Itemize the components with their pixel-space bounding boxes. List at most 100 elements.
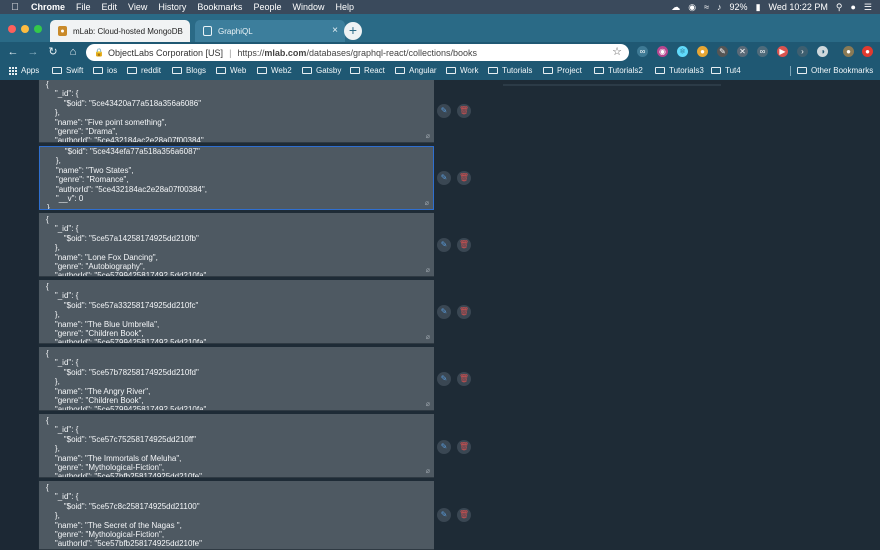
document-editor[interactable]: { "_id": { "$oid": "5ce57b78258174925dd2… (39, 347, 434, 411)
edit-document-icon[interactable]: ✎ (437, 104, 451, 118)
document-editor[interactable]: { "_id": { "$oid": "5ce57c8c258174925dd2… (39, 481, 434, 550)
spotlight-search-icon[interactable]: ⚲ (836, 2, 843, 13)
bookmark-folder[interactable]: Work (446, 66, 479, 75)
bookmark-folder[interactable]: Web (216, 66, 246, 75)
cc-icon[interactable]: ◉ (688, 2, 696, 13)
bookmark-folder[interactable]: Gatsby (302, 66, 341, 75)
menu-view[interactable]: View (128, 2, 147, 12)
document-editor[interactable]: { "_id": { "$oid": "5ce57a14258174925dd2… (39, 213, 434, 277)
menu-history[interactable]: History (158, 2, 186, 12)
document-json[interactable]: "$oid": "5ce434efa77a518a356a6087" }, "n… (40, 147, 433, 209)
minimize-window-button[interactable] (21, 25, 29, 33)
bookmark-folder[interactable]: React (350, 66, 385, 75)
siri-icon[interactable]: ● (850, 2, 855, 12)
react-devtools-icon[interactable]: ⚛ (677, 46, 688, 57)
delete-document-icon[interactable]: 🗑 (457, 508, 471, 522)
bookmark-folder[interactable]: Angular (395, 66, 437, 75)
document-json[interactable]: { "_id": { "$oid": "5ce57b78258174925dd2… (39, 347, 434, 410)
forward-arrow-icon[interactable]: → (26, 45, 40, 59)
profile-avatar[interactable]: ● (843, 46, 854, 57)
menu-window[interactable]: Window (292, 2, 324, 12)
resize-grip-icon[interactable]: ⌀ (426, 266, 430, 274)
menu-bookmarks[interactable]: Bookmarks (197, 2, 242, 12)
cloud-icon[interactable]: ☁ (671, 2, 680, 13)
extension-icon[interactable]: ◉ (657, 46, 668, 57)
edit-document-icon[interactable]: ✎ (437, 372, 451, 386)
resize-grip-icon[interactable]: ⌀ (426, 400, 430, 408)
extension-icon[interactable]: ● (697, 46, 708, 57)
bookmark-folder[interactable]: Web2 (257, 66, 292, 75)
battery-percent[interactable]: 92% (730, 2, 748, 12)
delete-document-icon[interactable]: 🗑 (457, 305, 471, 319)
extension-icon[interactable]: ◑ (817, 46, 828, 57)
zoom-window-button[interactable] (34, 25, 42, 33)
close-tab-icon[interactable]: × (332, 25, 338, 36)
delete-document-icon[interactable]: 🗑 (457, 171, 471, 185)
bookmark-star-icon[interactable]: ☆ (612, 45, 622, 58)
bookmark-folder[interactable]: Tutorials2 (594, 66, 643, 75)
edit-document-icon[interactable]: ✎ (437, 508, 451, 522)
close-window-button[interactable] (8, 25, 16, 33)
document-json[interactable]: { "_id": { "$oid": "5ce57c8c258174925dd2… (39, 481, 434, 549)
reload-icon[interactable]: ↻ (46, 45, 60, 59)
volume-icon[interactable]: ♪ (717, 2, 722, 12)
menu-people[interactable]: People (253, 2, 281, 12)
document-editor[interactable]: { "_id": { "$oid": "5ce43420a77a518a356a… (39, 80, 434, 143)
tab-mlab[interactable]: ● mLab: Cloud-hosted MongoDB (50, 20, 190, 42)
folder-icon (302, 67, 312, 74)
document-editor[interactable]: { "_id": { "$oid": "5ce57c75258174925dd2… (39, 414, 434, 478)
bookmark-folder[interactable]: Tut4 (711, 66, 741, 75)
bookmark-label: Web2 (271, 66, 292, 75)
resize-grip-icon[interactable]: ⌀ (426, 467, 430, 475)
bookmark-folder[interactable]: Blogs (172, 66, 206, 75)
back-arrow-icon[interactable]: ← (6, 45, 20, 59)
document-json[interactable]: { "_id": { "$oid": "5ce57a33258174925dd2… (39, 280, 434, 343)
bookmark-folder[interactable]: ios (93, 66, 117, 75)
menu-edit[interactable]: Edit (102, 2, 118, 12)
bookmark-other[interactable]: Other Bookmarks (797, 66, 873, 75)
tab-graphiql[interactable]: GraphiQL × (195, 20, 345, 42)
menu-file[interactable]: File (76, 2, 91, 12)
delete-document-icon[interactable]: 🗑 (457, 104, 471, 118)
delete-document-icon[interactable]: 🗑 (457, 440, 471, 454)
extension-icon[interactable]: ✕ (737, 46, 748, 57)
resize-grip-icon[interactable]: ⌀ (426, 333, 430, 341)
edit-document-icon[interactable]: ✎ (437, 171, 451, 185)
wifi-icon[interactable]: ≈ (704, 2, 709, 12)
menu-chrome[interactable]: Chrome (31, 2, 65, 12)
resize-grip-icon[interactable]: ⌀ (426, 132, 430, 140)
extension-icon[interactable]: ✎ (717, 46, 728, 57)
edit-document-icon[interactable]: ✎ (437, 305, 451, 319)
home-icon[interactable]: ⌂ (66, 45, 80, 59)
bookmark-folder[interactable]: Swift (52, 66, 83, 75)
delete-document-icon[interactable]: 🗑 (457, 238, 471, 252)
extension-icon[interactable]: ∞ (757, 46, 768, 57)
address-bar[interactable]: 🔒 ObjectLabs Corporation [US] | https://… (86, 44, 629, 61)
bookmark-folder[interactable]: reddit (127, 66, 161, 75)
apple-menu-icon[interactable]:  (8, 2, 22, 13)
bookmark-folder[interactable]: Project (543, 66, 582, 75)
bookmark-label: Blogs (186, 66, 207, 75)
menubar-clock[interactable]: Wed 10:22 PM (769, 2, 828, 12)
menu-help[interactable]: Help (335, 2, 354, 12)
notification-center-icon[interactable]: ☰ (864, 2, 872, 13)
bookmark-folder[interactable]: Tutorials3 (655, 66, 704, 75)
document-json[interactable]: { "_id": { "$oid": "5ce57c75258174925dd2… (39, 414, 434, 477)
bookmark-label: Project (557, 66, 582, 75)
extension-icon[interactable]: ▶ (777, 46, 788, 57)
document-json[interactable]: { "_id": { "$oid": "5ce57a14258174925dd2… (39, 213, 434, 276)
document-editor[interactable]: { "_id": { "$oid": "5ce57a33258174925dd2… (39, 280, 434, 344)
resize-grip-icon[interactable]: ⌀ (425, 199, 429, 207)
extension-icon[interactable]: ∞ (637, 46, 648, 57)
extension-icon[interactable]: ● (862, 46, 873, 57)
battery-icon[interactable]: ▮ (756, 2, 761, 13)
edit-document-icon[interactable]: ✎ (437, 238, 451, 252)
bookmark-apps[interactable]: Apps (8, 66, 39, 75)
bookmark-folder[interactable]: Tutorials (488, 66, 532, 75)
document-json[interactable]: { "_id": { "$oid": "5ce43420a77a518a356a… (39, 80, 434, 142)
edit-document-icon[interactable]: ✎ (437, 440, 451, 454)
new-tab-button[interactable]: + (344, 22, 362, 40)
document-editor-focused[interactable]: "$oid": "5ce434efa77a518a356a6087" }, "n… (39, 146, 434, 210)
extension-icon[interactable]: › (797, 46, 808, 57)
delete-document-icon[interactable]: 🗑 (457, 372, 471, 386)
